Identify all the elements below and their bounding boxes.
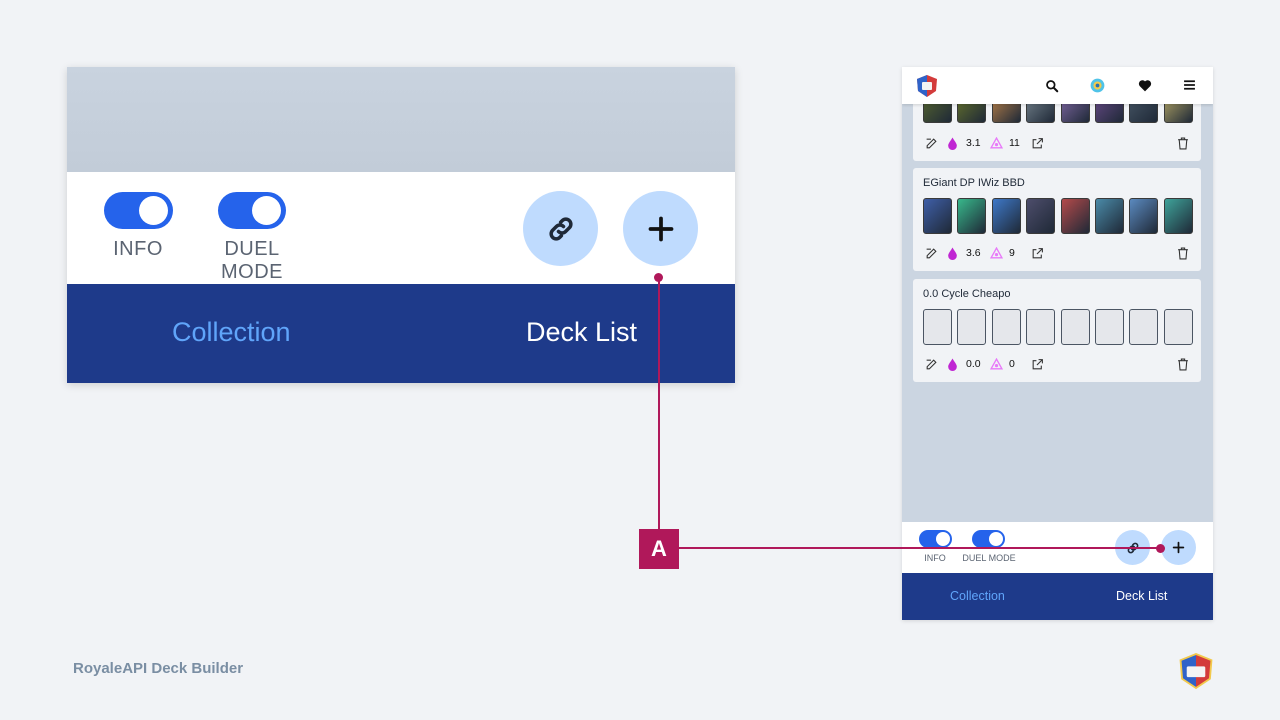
deck-stats-row: 3.1 11 xyxy=(923,137,1193,151)
add-deck-button[interactable] xyxy=(623,191,698,266)
deck-card: 0.0 Cycle Cheapo 0.0 0 xyxy=(913,279,1201,382)
callout-line xyxy=(658,277,660,529)
phone-screen: 3.1 11 EGiant DP IWiz BBD 3.6 9 0.0 Cycl… xyxy=(902,67,1213,620)
brand-caption: RoyaleAPI Deck Builder xyxy=(73,660,244,677)
royaleapi-logo-icon[interactable] xyxy=(916,74,938,98)
card-slot[interactable] xyxy=(1060,198,1090,234)
callout-dot xyxy=(654,273,663,282)
cycle-value: 9 xyxy=(1009,247,1015,259)
zoomed-footer-panel: INFO DUEL MODE Collection Deck List xyxy=(67,67,735,383)
heart-icon[interactable] xyxy=(1138,79,1152,92)
edit-icon[interactable] xyxy=(925,358,938,371)
zoom-content-area xyxy=(67,67,735,172)
duel-mode-toggle[interactable] xyxy=(218,192,286,229)
cycle-value: 0 xyxy=(1009,358,1015,370)
app-header xyxy=(902,67,1213,104)
toggle-knob xyxy=(936,532,950,546)
nav-collection[interactable]: Collection xyxy=(950,589,1005,603)
empty-card-slot[interactable] xyxy=(957,309,987,345)
empty-card-slot[interactable] xyxy=(923,309,952,345)
trash-icon[interactable] xyxy=(1177,137,1189,150)
cycle-icon xyxy=(990,247,1003,259)
avg-elixir-value: 3.1 xyxy=(966,137,981,149)
duel-mode-toggle[interactable] xyxy=(972,530,1005,548)
search-icon[interactable] xyxy=(1045,79,1059,93)
card-slot[interactable] xyxy=(957,198,987,234)
info-toggle-label: INFO xyxy=(113,238,163,260)
card-slot[interactable] xyxy=(923,198,952,234)
toggle-knob xyxy=(989,532,1003,546)
empty-card-slot[interactable] xyxy=(1060,309,1090,345)
plus-icon xyxy=(1172,541,1185,554)
avg-elixir-value: 3.6 xyxy=(966,247,981,259)
info-toggle-label: INFO xyxy=(924,553,946,563)
phone-bottom-nav: Collection Deck List xyxy=(902,573,1213,620)
nav-deck-list[interactable]: Deck List xyxy=(1116,589,1167,603)
card-slot[interactable] xyxy=(1095,198,1124,234)
deck-stats-row: 0.0 0 xyxy=(923,358,1193,372)
empty-card-slot[interactable] xyxy=(991,309,1021,345)
callout-dot xyxy=(1156,544,1165,553)
duel-mode-toggle-label: DUEL MODE xyxy=(221,238,283,283)
plus-icon xyxy=(648,216,673,241)
deck-stats-row: 3.6 9 xyxy=(923,247,1193,261)
cycle-value: 11 xyxy=(1009,137,1020,149)
deck-cards-row xyxy=(923,309,1193,345)
toggle-knob xyxy=(139,196,168,225)
callout-line xyxy=(679,547,1161,549)
card-slot[interactable] xyxy=(991,198,1021,234)
empty-card-slot[interactable] xyxy=(1095,309,1124,345)
zoom-footer-bar: INFO DUEL MODE xyxy=(67,172,735,284)
deck-name[interactable]: EGiant DP IWiz BBD xyxy=(923,177,1025,189)
trash-icon[interactable] xyxy=(1177,247,1189,260)
edit-icon[interactable] xyxy=(925,247,938,260)
toggle-knob xyxy=(252,196,281,225)
nav-collection[interactable]: Collection xyxy=(172,317,291,348)
callout-label: A xyxy=(639,529,679,569)
external-link-icon[interactable] xyxy=(1031,247,1044,260)
elixir-icon xyxy=(948,137,957,150)
cycle-icon xyxy=(990,358,1003,370)
card-slot[interactable] xyxy=(1129,198,1159,234)
zoom-bottom-nav: Collection Deck List xyxy=(67,284,735,383)
duel-mode-toggle-label: DUEL MODE xyxy=(962,553,1016,563)
gem-icon[interactable] xyxy=(1090,78,1105,93)
edit-icon[interactable] xyxy=(925,137,938,150)
external-link-icon[interactable] xyxy=(1031,137,1044,150)
avg-elixir-value: 0.0 xyxy=(966,358,981,370)
royaleapi-logo-icon xyxy=(1179,653,1213,690)
elixir-icon xyxy=(948,358,957,371)
empty-card-slot[interactable] xyxy=(1129,309,1159,345)
external-link-icon[interactable] xyxy=(1031,358,1044,371)
empty-card-slot[interactable] xyxy=(1163,309,1193,345)
card-slot[interactable] xyxy=(1163,198,1193,234)
info-toggle[interactable] xyxy=(919,530,952,548)
deck-cards-row xyxy=(923,198,1193,234)
deck-name[interactable]: 0.0 Cycle Cheapo xyxy=(923,288,1010,300)
deck-card: EGiant DP IWiz BBD 3.6 9 xyxy=(913,168,1201,271)
link-icon xyxy=(548,216,573,241)
empty-card-slot[interactable] xyxy=(1026,309,1056,345)
elixir-icon xyxy=(948,247,957,260)
nav-deck-list[interactable]: Deck List xyxy=(526,317,637,348)
card-slot[interactable] xyxy=(1026,198,1056,234)
menu-icon[interactable] xyxy=(1183,79,1196,91)
cycle-icon xyxy=(990,137,1003,149)
share-link-button[interactable] xyxy=(523,191,598,266)
add-deck-button[interactable] xyxy=(1161,530,1196,565)
info-toggle[interactable] xyxy=(104,192,173,229)
trash-icon[interactable] xyxy=(1177,358,1189,371)
